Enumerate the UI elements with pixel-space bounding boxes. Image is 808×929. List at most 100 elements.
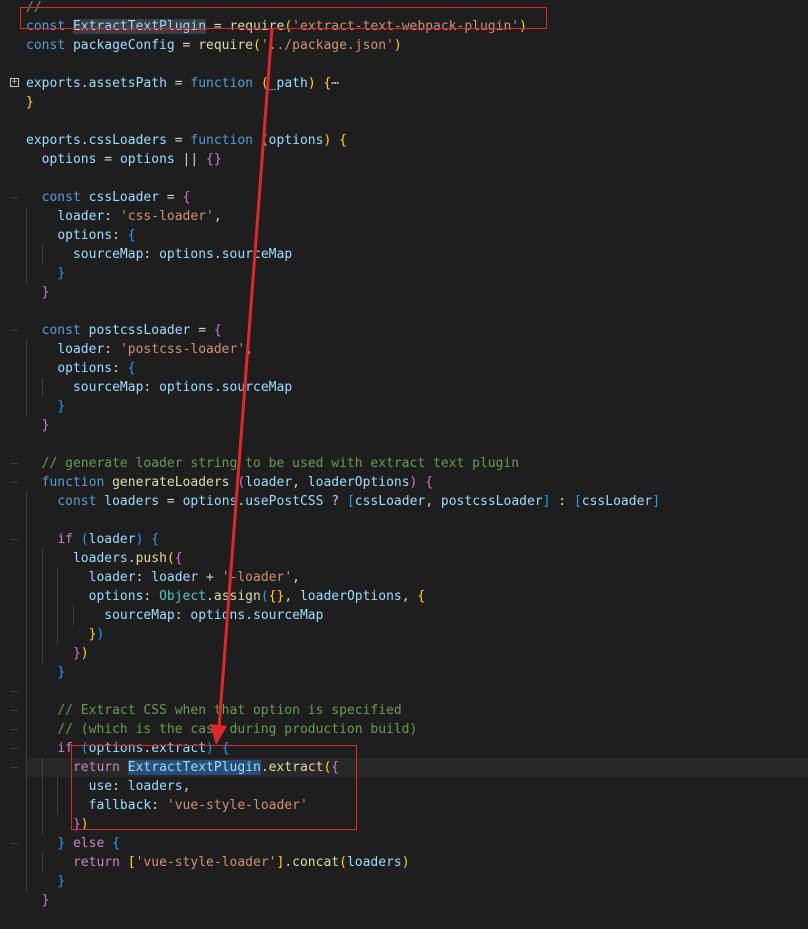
- code-token: :: [143, 589, 160, 604]
- code-line[interactable]: }): [0, 625, 808, 644]
- code-line[interactable]: loader: loader + '-loader',: [0, 568, 808, 587]
- code-text: sourceMap: options.sourceMap: [26, 606, 323, 625]
- code-line[interactable]: const loaders = options.usePostCSS ? [cs…: [0, 492, 808, 511]
- code-token: =: [159, 494, 183, 509]
- code-line[interactable]: [0, 435, 808, 454]
- code-token: loader: [245, 475, 293, 490]
- code-line[interactable]: sourceMap: options.sourceMap: [0, 378, 808, 397]
- code-token: exports: [26, 76, 81, 91]
- code-token: _path: [268, 76, 308, 91]
- code-token: 'css-loader': [119, 209, 214, 224]
- code-token: generateLoaders: [112, 475, 230, 490]
- code-line[interactable]: function generateLoaders (loader, loader…: [0, 473, 808, 492]
- code-line[interactable]: // generate loader string to be used wit…: [0, 454, 808, 473]
- code-line[interactable]: options: {: [0, 226, 808, 245]
- code-line[interactable]: options: Object.assign({}, loaderOptions…: [0, 587, 808, 606]
- code-line[interactable]: }: [0, 663, 808, 682]
- code-token: cssLoader: [354, 494, 426, 509]
- code-token: loaders: [346, 855, 402, 870]
- code-token: postcssLoader: [440, 494, 543, 509]
- code-line[interactable]: // (which is the case during production …: [0, 720, 808, 739]
- code-token: 'postcss-loader': [119, 342, 246, 357]
- code-token: :: [104, 209, 120, 224]
- code-line[interactable]: sourceMap: options.sourceMap: [0, 606, 808, 625]
- code-line[interactable]: }: [0, 416, 808, 435]
- code-token: options: [88, 589, 144, 604]
- fold-expand-icon[interactable]: +: [10, 78, 19, 87]
- code-line[interactable]: }: [0, 93, 808, 112]
- code-token: sourceMap: [72, 247, 144, 262]
- code-line[interactable]: [0, 682, 808, 701]
- code-token: =: [190, 323, 214, 338]
- gutter-marker: [10, 710, 18, 711]
- code-line[interactable]: options: {: [0, 359, 808, 378]
- code-token: const: [41, 190, 81, 205]
- code-line[interactable]: if (loader) {: [0, 530, 808, 549]
- code-line[interactable]: [0, 112, 808, 131]
- code-line[interactable]: return ['vue-style-loader'].concat(loade…: [0, 853, 808, 872]
- code-line[interactable]: const packageConfig = require('../packag…: [0, 36, 808, 55]
- code-line[interactable]: }: [0, 891, 808, 910]
- code-token: .: [206, 589, 214, 604]
- code-line[interactable]: } else {: [0, 834, 808, 853]
- code-line[interactable]: [0, 511, 808, 530]
- code-text: loader: loader + '-loader',: [26, 568, 300, 587]
- code-line[interactable]: options = options || {}: [0, 150, 808, 169]
- code-token: }: [41, 285, 50, 300]
- code-line[interactable]: const cssLoader = {: [0, 188, 808, 207]
- code-token: ⋯: [331, 76, 340, 91]
- code-line[interactable]: loaders.push({: [0, 549, 808, 568]
- code-token: }: [57, 399, 66, 414]
- code-token: {: [417, 589, 426, 604]
- code-token: exports: [26, 133, 81, 148]
- code-token: const: [57, 494, 97, 509]
- code-line[interactable]: [0, 302, 808, 321]
- code-line[interactable]: loader: 'postcss-loader',: [0, 340, 808, 359]
- code-token: =: [174, 38, 199, 53]
- code-line[interactable]: + exports.assetsPath = function (_path) {…: [0, 74, 808, 93]
- code-token: function: [190, 133, 254, 148]
- gutter-marker: [10, 691, 18, 692]
- code-line[interactable]: }: [0, 283, 808, 302]
- code-line[interactable]: }): [0, 644, 808, 663]
- code-token: loader: [151, 570, 199, 585]
- code-line[interactable]: }: [0, 872, 808, 891]
- code-token: ): [401, 855, 410, 870]
- code-line[interactable]: }: [0, 264, 808, 283]
- code-token: ,: [284, 589, 300, 604]
- code-token: packageConfig: [72, 38, 175, 53]
- code-line[interactable]: // Extract CSS when that option is speci…: [0, 701, 808, 720]
- code-token: =: [159, 190, 183, 205]
- code-line[interactable]: [0, 169, 808, 188]
- code-line[interactable]: loader: 'css-loader',: [0, 207, 808, 226]
- code-line[interactable]: }: [0, 397, 808, 416]
- code-line[interactable]: sourceMap: options.sourceMap: [0, 245, 808, 264]
- code-line[interactable]: exports.cssLoaders = function (options) …: [0, 131, 808, 150]
- gutter-marker: [10, 729, 18, 730]
- code-line[interactable]: [0, 910, 808, 929]
- code-token: [: [127, 855, 136, 870]
- code-token: sourceMap: [104, 608, 175, 623]
- code-line[interactable]: const postcssLoader = {: [0, 321, 808, 340]
- code-token: options: [190, 608, 246, 623]
- code-token: (: [166, 551, 175, 566]
- code-line[interactable]: [0, 55, 808, 74]
